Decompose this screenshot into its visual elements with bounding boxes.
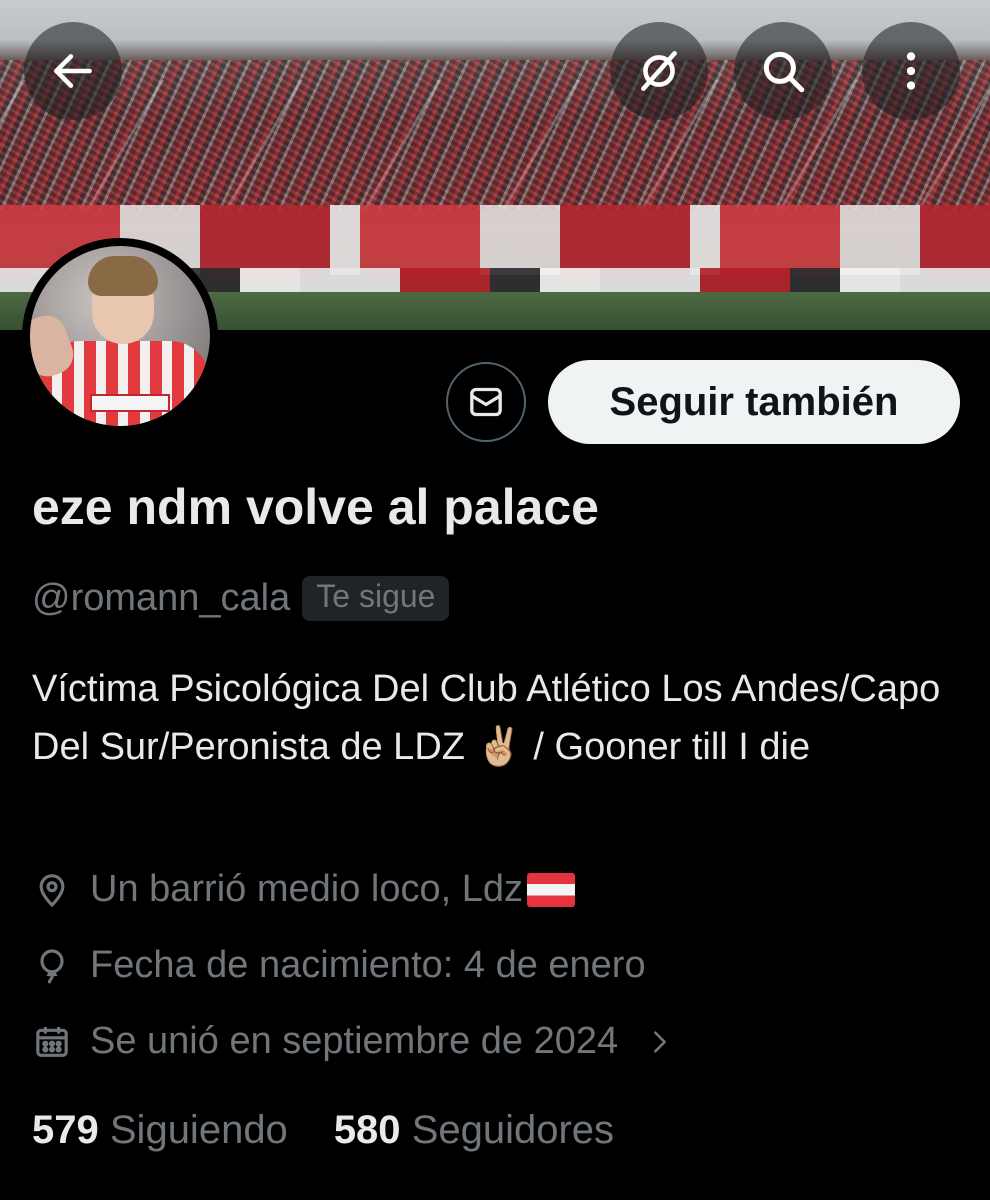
display-name: eze ndm volve al palace: [32, 479, 599, 535]
more-options-button[interactable]: [862, 22, 960, 120]
balloon-icon: [40, 948, 64, 983]
following-count: 579: [32, 1108, 99, 1152]
profile-bio: Víctima Psicológica Del Club Atlético Lo…: [32, 668, 941, 768]
back-button[interactable]: [24, 22, 122, 120]
banner-flags: [0, 80, 990, 210]
following-label: Siguiendo: [109, 1108, 288, 1152]
follow-back-button[interactable]: Seguir también: [548, 360, 960, 444]
avatar-shirt-sponsor: [90, 394, 170, 412]
profile-avatar[interactable]: [22, 238, 218, 434]
username-handle: @romann_cala: [32, 577, 291, 619]
search-button[interactable]: [734, 22, 832, 120]
followers-label: Seguidores: [411, 1108, 615, 1152]
search-icon: [763, 51, 805, 93]
follow-stats: 579 Siguiendo 580 Seguidores: [32, 1108, 614, 1153]
flag-emoji-icon: [527, 872, 575, 907]
follows-you-badge: Te sigue: [302, 576, 450, 621]
grok-button[interactable]: [610, 22, 708, 120]
followers-count: 580: [333, 1108, 401, 1152]
joined-text: Se unió en septiembre de 2024: [90, 1020, 619, 1062]
more-vertical-icon: [906, 52, 916, 90]
avatar-image: [30, 246, 210, 426]
message-button[interactable]: [446, 362, 526, 442]
calendar-icon: [36, 1026, 68, 1057]
location-pin-icon: [39, 873, 65, 907]
chevron-right-icon: [654, 1030, 667, 1053]
location-row: Un barrió medio loco, Ldz: [32, 868, 575, 911]
following-link[interactable]: 579 Siguiendo: [32, 1108, 288, 1153]
location-text: Un barrió medio loco, Ldz: [90, 868, 523, 910]
avatar-hair: [88, 256, 158, 296]
followers-link[interactable]: 580 Seguidores: [334, 1108, 614, 1153]
envelope-icon: [470, 387, 502, 417]
handle-row: @romann_cala Te sigue: [32, 576, 450, 621]
joined-row[interactable]: Se unió en septiembre de 2024: [32, 1020, 692, 1063]
birthday-text: Fecha de nacimiento: 4 de enero: [90, 944, 646, 986]
birthday-row: Fecha de nacimiento: 4 de enero: [32, 944, 646, 987]
arrow-left-icon: [54, 54, 92, 88]
grok-icon: [641, 51, 677, 92]
